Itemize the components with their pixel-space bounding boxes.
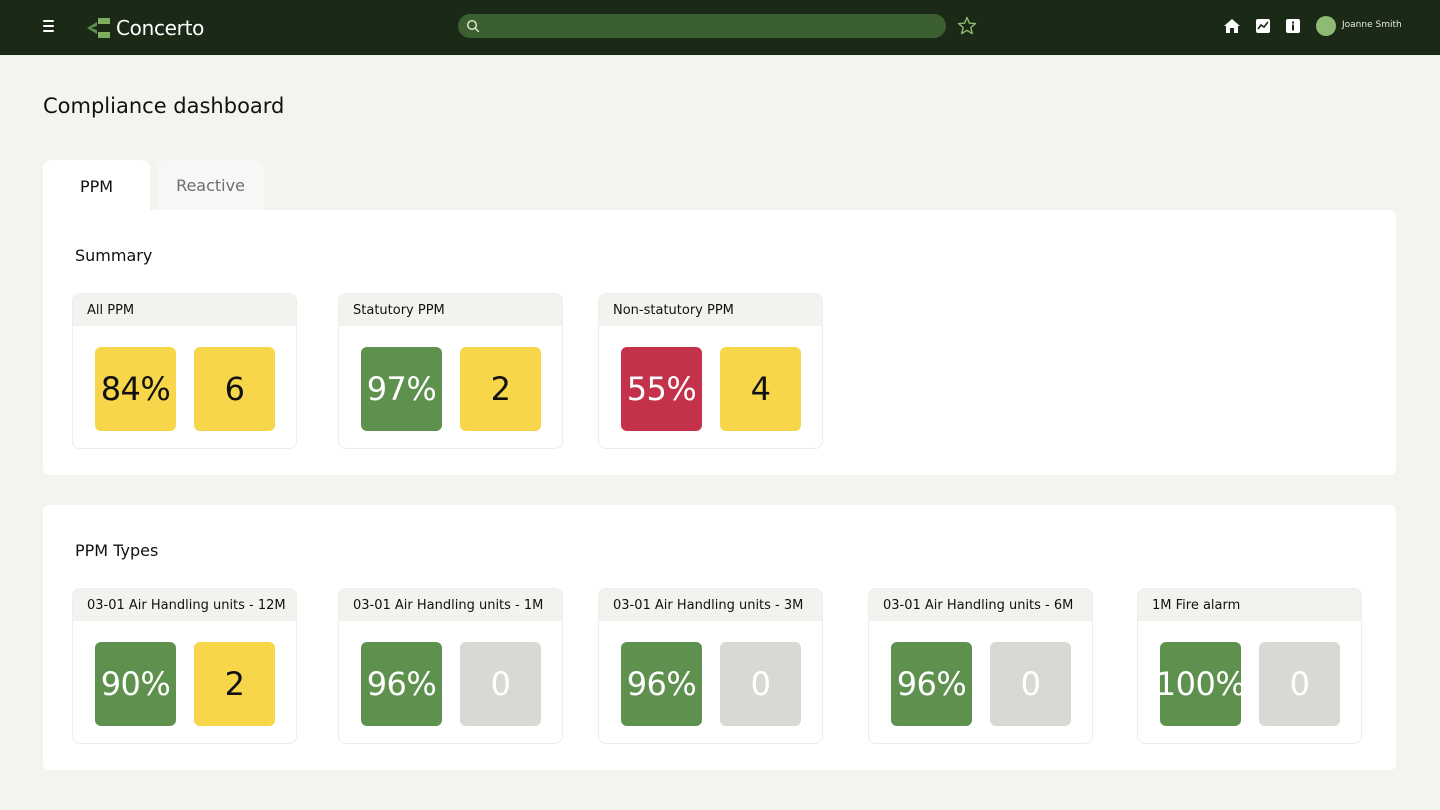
overdue-count-tile[interactable]: 0 <box>720 642 801 726</box>
chart-icon[interactable] <box>1254 17 1272 35</box>
compliance-percent-tile[interactable]: 100% <box>1156 642 1246 726</box>
overdue-count-tile[interactable]: 0 <box>460 642 541 726</box>
summary-panel: Summary All PPM 84% 6 Statutory PPM 97% … <box>43 210 1396 475</box>
tab-reactive[interactable]: Reactive <box>157 160 264 210</box>
app-name: Concerto <box>116 16 205 40</box>
card-title: All PPM <box>73 294 296 326</box>
card-title: 03-01 Air Handling units - 6M <box>869 589 1092 621</box>
overdue-count-tile[interactable]: 2 <box>194 642 275 726</box>
compliance-percent-tile[interactable]: 90% <box>95 642 176 726</box>
summary-card-non-statutory-ppm: Non-statutory PPM 55% 4 <box>598 293 823 449</box>
summary-title: Summary <box>75 246 153 265</box>
overdue-count-tile[interactable]: 4 <box>720 347 801 431</box>
ppm-types-panel: PPM Types 03-01 Air Handling units - 12M… <box>43 505 1396 770</box>
concerto-logo-icon <box>87 18 110 38</box>
card-title: Non-statutory PPM <box>599 294 822 326</box>
compliance-percent-tile[interactable]: 97% <box>361 347 442 431</box>
overdue-count-tile[interactable]: 0 <box>990 642 1071 726</box>
summary-card-all-ppm: All PPM 84% 6 <box>72 293 297 449</box>
home-icon[interactable] <box>1223 17 1241 35</box>
compliance-percent-tile[interactable]: 96% <box>621 642 702 726</box>
compliance-percent-tile[interactable]: 96% <box>891 642 972 726</box>
compliance-percent-tile[interactable]: 96% <box>361 642 442 726</box>
card-title: Statutory PPM <box>339 294 562 326</box>
star-icon[interactable] <box>957 16 977 36</box>
brand[interactable]: Concerto <box>87 14 204 42</box>
user-name[interactable]: Joanne Smith <box>1342 20 1402 30</box>
card-title: 03-01 Air Handling units - 12M <box>73 589 296 621</box>
ppm-type-card: 03-01 Air Handling units - 1M 96% 0 <box>338 588 563 744</box>
overdue-count-tile[interactable]: 6 <box>194 347 275 431</box>
global-search[interactable] <box>458 14 946 38</box>
card-title: 03-01 Air Handling units - 3M <box>599 589 822 621</box>
tab-ppm[interactable]: PPM <box>43 160 150 212</box>
ppm-type-card: 1M Fire alarm 100% 0 <box>1137 588 1362 744</box>
card-title: 1M Fire alarm <box>1138 589 1361 621</box>
card-title: 03-01 Air Handling units - 1M <box>339 589 562 621</box>
search-input[interactable] <box>486 14 936 38</box>
avatar[interactable] <box>1316 16 1336 36</box>
compliance-percent-tile[interactable]: 55% <box>621 347 702 431</box>
top-navigation-bar: Concerto Joanne Smith <box>0 0 1440 55</box>
page-title: Compliance dashboard <box>43 94 285 118</box>
hamburger-menu-icon[interactable] <box>43 20 55 34</box>
ppm-type-card: 03-01 Air Handling units - 6M 96% 0 <box>868 588 1093 744</box>
info-icon[interactable] <box>1284 17 1302 35</box>
ppm-type-card: 03-01 Air Handling units - 12M 90% 2 <box>72 588 297 744</box>
compliance-percent-tile[interactable]: 84% <box>95 347 176 431</box>
ppm-type-card: 03-01 Air Handling units - 3M 96% 0 <box>598 588 823 744</box>
overdue-count-tile[interactable]: 2 <box>460 347 541 431</box>
summary-card-statutory-ppm: Statutory PPM 97% 2 <box>338 293 563 449</box>
overdue-count-tile[interactable]: 0 <box>1259 642 1340 726</box>
ppm-types-title: PPM Types <box>75 541 159 560</box>
search-icon <box>466 19 480 33</box>
